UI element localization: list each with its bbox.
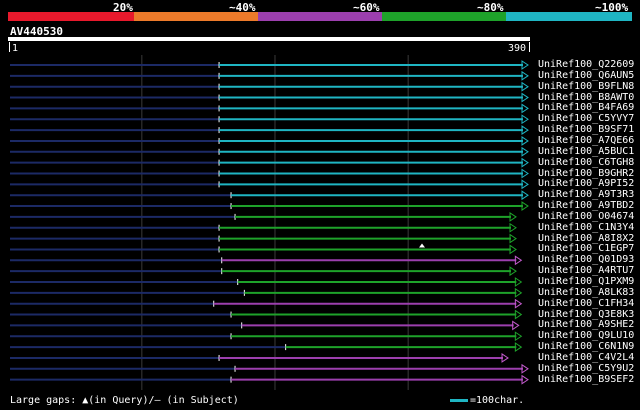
hit-label[interactable]: UniRef100_C6N1N9 bbox=[538, 341, 634, 352]
hit-label[interactable]: UniRef100_A5BUC1 bbox=[538, 146, 634, 157]
hit-label[interactable]: UniRef100_C1N3Y4 bbox=[538, 222, 634, 233]
hit-label[interactable]: UniRef100_A9PI52 bbox=[538, 178, 634, 189]
hit-label[interactable]: UniRef100_A4RTU7 bbox=[538, 265, 634, 276]
scale-legend: =100char. bbox=[450, 395, 524, 406]
hit-label[interactable]: UniRef100_C6TGH8 bbox=[538, 157, 634, 168]
hit-label[interactable]: UniRef100_C1FH34 bbox=[538, 298, 634, 309]
hit-label[interactable]: UniRef100_Q22609 bbox=[538, 59, 634, 70]
hit-label[interactable]: UniRef100_C1EGP7 bbox=[538, 243, 634, 254]
hit-label[interactable]: UniRef100_C5Y9U2 bbox=[538, 363, 634, 374]
hit-label[interactable]: UniRef100_C5YVY7 bbox=[538, 113, 634, 124]
hit-label[interactable]: UniRef100_A7QE66 bbox=[538, 135, 634, 146]
hit-label[interactable]: UniRef100_Q9LU10 bbox=[538, 330, 634, 341]
hit-label[interactable]: UniRef100_A9TBD2 bbox=[538, 200, 634, 211]
hit-label[interactable]: UniRef100_B9SF71 bbox=[538, 124, 634, 135]
scale-legend-line bbox=[450, 398, 468, 402]
query-gap-marker bbox=[419, 243, 425, 248]
hit-label[interactable]: UniRef100_B9GHR2 bbox=[538, 168, 634, 179]
scale-legend-text: =100char. bbox=[470, 395, 525, 406]
gaps-legend: Large gaps: ▲(in Query)/– (in Subject) bbox=[10, 395, 239, 406]
hit-label[interactable]: UniRef100_Q1PXM9 bbox=[538, 276, 634, 287]
hit-label[interactable]: UniRef100_B9FLN8 bbox=[538, 81, 634, 92]
hit-label[interactable]: UniRef100_A8LK83 bbox=[538, 287, 634, 298]
hit-label[interactable]: UniRef100_Q01D93 bbox=[538, 254, 634, 265]
hit-label[interactable]: UniRef100_Q6AUN5 bbox=[538, 70, 634, 81]
hit-label[interactable]: UniRef100_B9SEF2 bbox=[538, 374, 634, 385]
hit-label[interactable]: UniRef100_B4FA69 bbox=[538, 102, 634, 113]
hit-label[interactable]: UniRef100_A9T3R3 bbox=[538, 189, 634, 200]
hit-label[interactable]: UniRef100_A9SHE2 bbox=[538, 319, 634, 330]
hit-label[interactable]: UniRef100_C4V2L4 bbox=[538, 352, 634, 363]
hit-label[interactable]: UniRef100_Q3E8K3 bbox=[538, 309, 634, 320]
hit-label[interactable]: UniRef100_B8AWT0 bbox=[538, 92, 634, 103]
hit-label[interactable]: UniRef100_O04674 bbox=[538, 211, 634, 222]
hit-label[interactable]: UniRef100_A8I8X2 bbox=[538, 233, 634, 244]
